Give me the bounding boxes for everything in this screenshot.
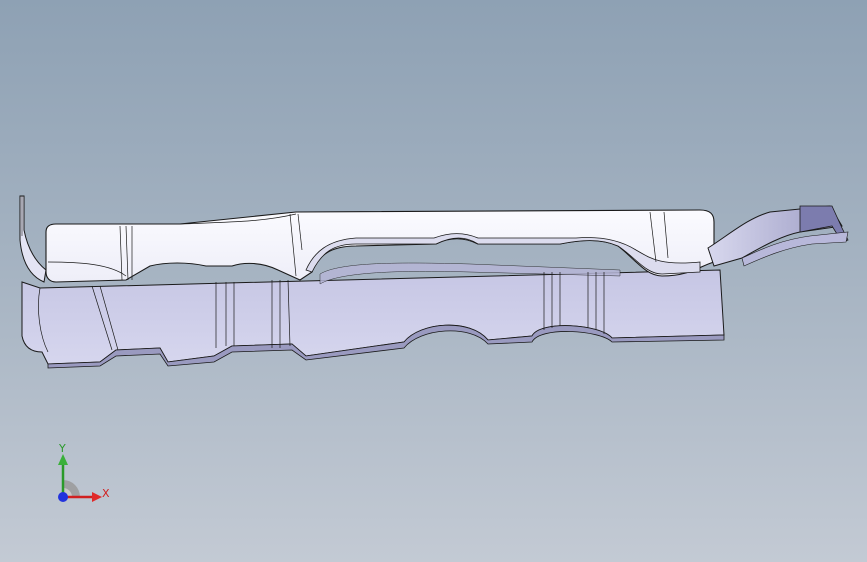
x-axis-arrowhead <box>92 492 102 502</box>
z-axis-dot <box>58 492 68 502</box>
graphics-viewport[interactable]: Y X <box>0 0 867 562</box>
orientation-triad <box>58 454 102 502</box>
left-flange <box>19 195 47 283</box>
y-axis-label: Y <box>59 442 66 455</box>
sheet-metal-part-3d-model[interactable] <box>0 0 867 562</box>
y-axis-arrowhead <box>58 454 68 465</box>
x-axis-label: X <box>102 487 110 500</box>
